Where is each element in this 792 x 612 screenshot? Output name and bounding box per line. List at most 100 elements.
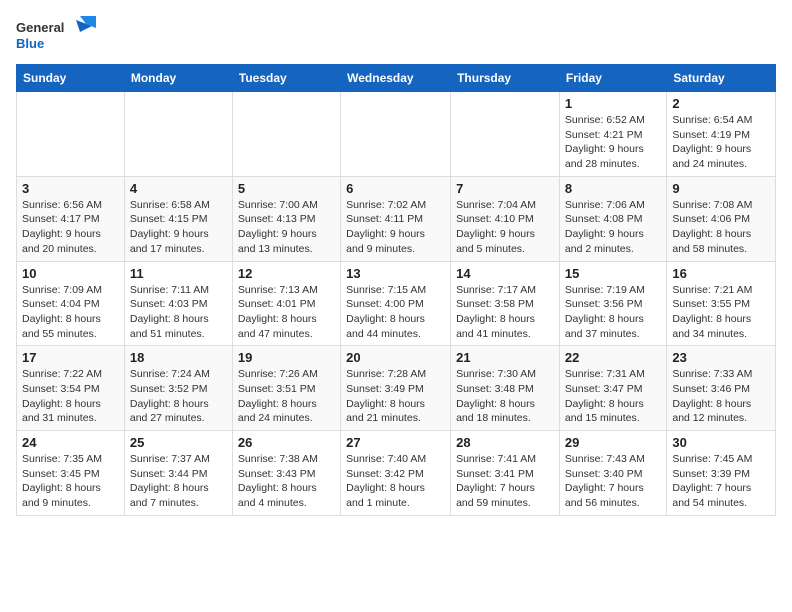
day-info: Sunrise: 7:26 AM Sunset: 3:51 PM Dayligh…	[238, 367, 335, 426]
calendar-cell: 30 Sunrise: 7:45 AM Sunset: 3:39 PM Dayli…	[667, 431, 776, 516]
day-info: Sunrise: 7:30 AM Sunset: 3:48 PM Dayligh…	[456, 367, 554, 426]
weekday-header-tuesday: Tuesday	[232, 65, 340, 92]
calendar-cell	[124, 92, 232, 177]
day-info: Sunrise: 7:33 AM Sunset: 3:46 PM Dayligh…	[672, 367, 770, 426]
day-info: Sunrise: 7:17 AM Sunset: 3:58 PM Dayligh…	[456, 283, 554, 342]
calendar-cell: 25 Sunrise: 7:37 AM Sunset: 3:44 PM Dayli…	[124, 431, 232, 516]
day-number: 21	[456, 350, 554, 365]
day-info: Sunrise: 6:56 AM Sunset: 4:17 PM Dayligh…	[22, 198, 119, 257]
day-info: Sunrise: 7:04 AM Sunset: 4:10 PM Dayligh…	[456, 198, 554, 257]
weekday-header-thursday: Thursday	[451, 65, 560, 92]
calendar-cell: 28Sunrise: 7:41 AM Sunset: 3:41 PM Dayli…	[451, 431, 560, 516]
day-info: Sunrise: 7:24 AM Sunset: 3:52 PM Dayligh…	[130, 367, 227, 426]
day-number: 6	[346, 181, 445, 196]
calendar-cell: 1 Sunrise: 6:52 AM Sunset: 4:21 PM Daylig…	[559, 92, 666, 177]
day-info: Sunrise: 7:22 AM Sunset: 3:54 PM Dayligh…	[22, 367, 119, 426]
calendar-cell: 27Sunrise: 7:40 AM Sunset: 3:42 PM Dayli…	[341, 431, 451, 516]
calendar-cell: 6 Sunrise: 7:02 AM Sunset: 4:11 PM Daylig…	[341, 176, 451, 261]
day-number: 15	[565, 266, 661, 281]
day-number: 9	[672, 181, 770, 196]
day-info: Sunrise: 6:54 AM Sunset: 4:19 PM Dayligh…	[672, 113, 770, 172]
logo-svg: General Blue	[16, 16, 96, 56]
day-number: 17	[22, 350, 119, 365]
weekday-header-saturday: Saturday	[667, 65, 776, 92]
calendar-cell: 12 Sunrise: 7:13 AM Sunset: 4:01 PM Dayli…	[232, 261, 340, 346]
calendar-week-row: 24 Sunrise: 7:35 AM Sunset: 3:45 PM Dayli…	[17, 431, 776, 516]
calendar-cell: 11 Sunrise: 7:11 AM Sunset: 4:03 PM Dayli…	[124, 261, 232, 346]
calendar-cell: 8 Sunrise: 7:06 AM Sunset: 4:08 PM Daylig…	[559, 176, 666, 261]
day-number: 24	[22, 435, 119, 450]
day-info: Sunrise: 7:08 AM Sunset: 4:06 PM Dayligh…	[672, 198, 770, 257]
calendar-cell: 5Sunrise: 7:00 AM Sunset: 4:13 PM Daylig…	[232, 176, 340, 261]
day-number: 19	[238, 350, 335, 365]
day-number: 8	[565, 181, 661, 196]
calendar-cell: 18 Sunrise: 7:24 AM Sunset: 3:52 PM Dayli…	[124, 346, 232, 431]
day-info: Sunrise: 7:28 AM Sunset: 3:49 PM Dayligh…	[346, 367, 445, 426]
day-number: 2	[672, 96, 770, 111]
calendar-cell: 9 Sunrise: 7:08 AM Sunset: 4:06 PM Daylig…	[667, 176, 776, 261]
calendar-cell	[17, 92, 125, 177]
day-number: 22	[565, 350, 661, 365]
day-number: 4	[130, 181, 227, 196]
day-info: Sunrise: 7:31 AM Sunset: 3:47 PM Dayligh…	[565, 367, 661, 426]
day-info: Sunrise: 7:45 AM Sunset: 3:39 PM Dayligh…	[672, 452, 770, 511]
day-info: Sunrise: 7:11 AM Sunset: 4:03 PM Dayligh…	[130, 283, 227, 342]
day-info: Sunrise: 7:09 AM Sunset: 4:04 PM Dayligh…	[22, 283, 119, 342]
day-info: Sunrise: 6:52 AM Sunset: 4:21 PM Dayligh…	[565, 113, 661, 172]
day-info: Sunrise: 7:38 AM Sunset: 3:43 PM Dayligh…	[238, 452, 335, 511]
calendar-cell: 2 Sunrise: 6:54 AM Sunset: 4:19 PM Daylig…	[667, 92, 776, 177]
day-number: 5	[238, 181, 335, 196]
day-info: Sunrise: 6:58 AM Sunset: 4:15 PM Dayligh…	[130, 198, 227, 257]
day-info: Sunrise: 7:13 AM Sunset: 4:01 PM Dayligh…	[238, 283, 335, 342]
day-number: 29	[565, 435, 661, 450]
svg-text:Blue: Blue	[16, 36, 44, 51]
weekday-header-wednesday: Wednesday	[341, 65, 451, 92]
day-info: Sunrise: 7:19 AM Sunset: 3:56 PM Dayligh…	[565, 283, 661, 342]
calendar-cell: 20 Sunrise: 7:28 AM Sunset: 3:49 PM Dayli…	[341, 346, 451, 431]
day-info: Sunrise: 7:02 AM Sunset: 4:11 PM Dayligh…	[346, 198, 445, 257]
day-info: Sunrise: 7:37 AM Sunset: 3:44 PM Dayligh…	[130, 452, 227, 511]
day-info: Sunrise: 7:06 AM Sunset: 4:08 PM Dayligh…	[565, 198, 661, 257]
calendar-cell: 21 Sunrise: 7:30 AM Sunset: 3:48 PM Dayli…	[451, 346, 560, 431]
calendar-cell: 13 Sunrise: 7:15 AM Sunset: 4:00 PM Dayli…	[341, 261, 451, 346]
day-number: 7	[456, 181, 554, 196]
calendar-table: SundayMondayTuesdayWednesdayThursdayFrid…	[16, 64, 776, 516]
svg-text:General: General	[16, 20, 64, 35]
calendar-header-row: SundayMondayTuesdayWednesdayThursdayFrid…	[17, 65, 776, 92]
logo: General Blue	[16, 16, 96, 56]
weekday-header-friday: Friday	[559, 65, 666, 92]
day-info: Sunrise: 7:15 AM Sunset: 4:00 PM Dayligh…	[346, 283, 445, 342]
day-number: 14	[456, 266, 554, 281]
day-number: 3	[22, 181, 119, 196]
day-number: 10	[22, 266, 119, 281]
calendar-cell: 17 Sunrise: 7:22 AM Sunset: 3:54 PM Dayli…	[17, 346, 125, 431]
calendar-cell: 4 Sunrise: 6:58 AM Sunset: 4:15 PM Daylig…	[124, 176, 232, 261]
day-number: 28	[456, 435, 554, 450]
calendar-cell	[341, 92, 451, 177]
day-number: 16	[672, 266, 770, 281]
calendar-week-row: 10 Sunrise: 7:09 AM Sunset: 4:04 PM Dayli…	[17, 261, 776, 346]
day-number: 1	[565, 96, 661, 111]
page-header: General Blue	[16, 16, 776, 56]
calendar-cell: 3 Sunrise: 6:56 AM Sunset: 4:17 PM Daylig…	[17, 176, 125, 261]
day-info: Sunrise: 7:21 AM Sunset: 3:55 PM Dayligh…	[672, 283, 770, 342]
calendar-week-row: 17 Sunrise: 7:22 AM Sunset: 3:54 PM Dayli…	[17, 346, 776, 431]
day-number: 20	[346, 350, 445, 365]
day-info: Sunrise: 7:40 AM Sunset: 3:42 PM Dayligh…	[346, 452, 445, 511]
calendar-cell: 16 Sunrise: 7:21 AM Sunset: 3:55 PM Dayli…	[667, 261, 776, 346]
day-number: 23	[672, 350, 770, 365]
calendar-cell: 23 Sunrise: 7:33 AM Sunset: 3:46 PM Dayli…	[667, 346, 776, 431]
calendar-cell: 10 Sunrise: 7:09 AM Sunset: 4:04 PM Dayli…	[17, 261, 125, 346]
calendar-cell: 19 Sunrise: 7:26 AM Sunset: 3:51 PM Dayli…	[232, 346, 340, 431]
calendar-cell: 7 Sunrise: 7:04 AM Sunset: 4:10 PM Daylig…	[451, 176, 560, 261]
day-number: 12	[238, 266, 335, 281]
day-info: Sunrise: 7:35 AM Sunset: 3:45 PM Dayligh…	[22, 452, 119, 511]
day-number: 26	[238, 435, 335, 450]
day-number: 30	[672, 435, 770, 450]
calendar-week-row: 3 Sunrise: 6:56 AM Sunset: 4:17 PM Daylig…	[17, 176, 776, 261]
day-number: 13	[346, 266, 445, 281]
day-number: 18	[130, 350, 227, 365]
calendar-cell: 15 Sunrise: 7:19 AM Sunset: 3:56 PM Dayli…	[559, 261, 666, 346]
day-number: 11	[130, 266, 227, 281]
day-number: 25	[130, 435, 227, 450]
